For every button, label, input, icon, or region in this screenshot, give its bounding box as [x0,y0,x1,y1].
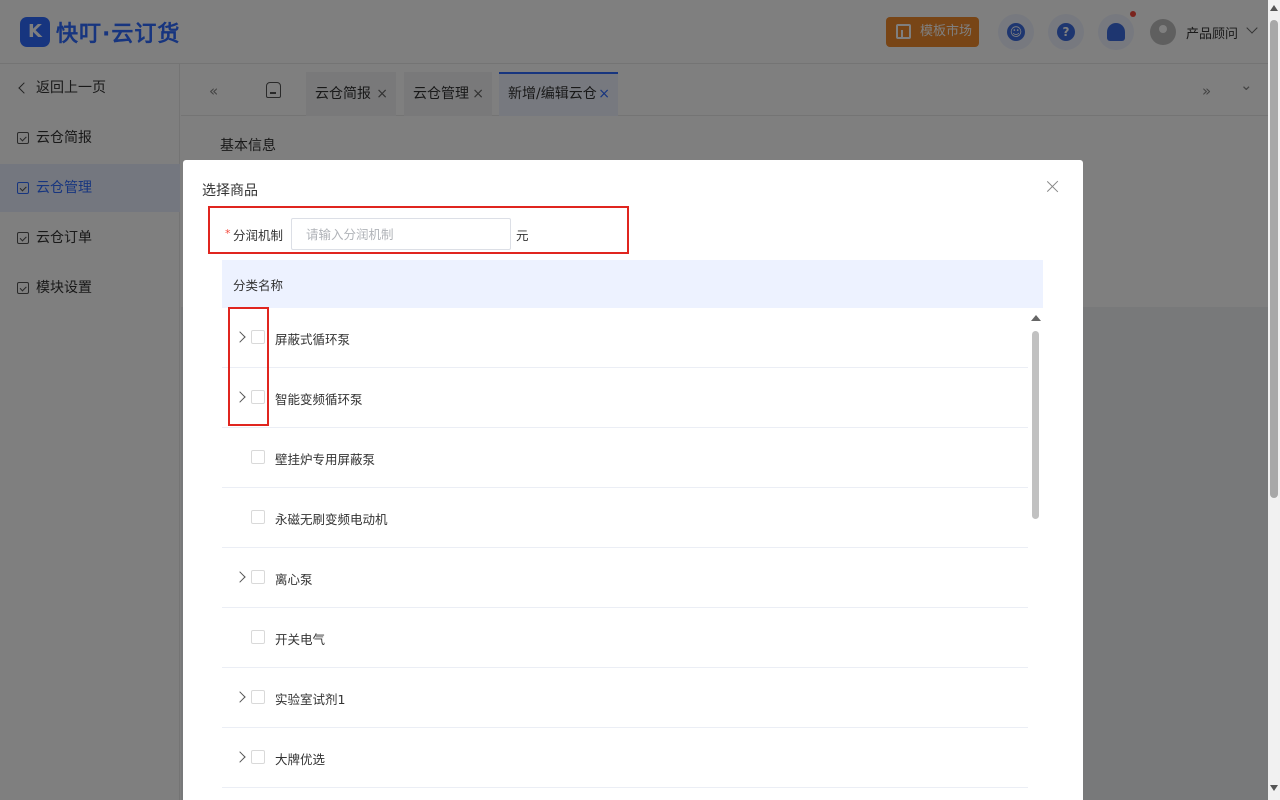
category-table: 屏蔽式循环泵 智能变频循环泵 壁挂炉专用屏蔽泵 永磁无刷变频电动机 离心泵 开关… [222,308,1028,800]
table-row[interactable]: 永磁无刷变频电动机 [222,488,1028,548]
chevron-right-icon[interactable] [234,751,246,763]
row-checkbox[interactable] [251,750,265,764]
close-icon[interactable] [1045,179,1061,195]
chevron-right-icon[interactable] [234,571,246,583]
category-name: 永磁无刷变频电动机 [275,512,388,527]
table-row[interactable]: 离心泵 [222,548,1028,608]
scrollbar-thumb[interactable] [1270,20,1278,498]
profit-sharing-input[interactable] [291,218,511,250]
category-name: 开关电气 [275,632,326,647]
category-name: 智能变频循环泵 [275,392,363,407]
scroll-down-arrow-icon[interactable] [1270,785,1278,791]
chevron-right-icon[interactable] [234,691,246,703]
table-row[interactable]: 屏蔽式循环泵 [222,308,1028,368]
dialog-title: 选择商品 [202,183,258,199]
column-header-category: 分类名称 [233,278,284,293]
scrollbar-thumb[interactable] [1032,331,1039,519]
category-name: 大牌优选 [275,752,326,767]
category-name: 屏蔽式循环泵 [275,332,351,347]
category-name: 离心泵 [275,572,313,587]
table-row[interactable]: 智能变频循环泵 [222,368,1028,428]
table-row[interactable]: 壁挂炉专用屏蔽泵 [222,428,1028,488]
row-checkbox[interactable] [251,510,265,524]
row-checkbox[interactable] [251,570,265,584]
page-scrollbar[interactable] [1268,0,1280,800]
table-row[interactable]: 实验室试剂1 [222,668,1028,728]
row-checkbox[interactable] [251,630,265,644]
scroll-up-arrow-icon[interactable] [1270,5,1278,11]
highlight-box-expand-column [228,307,269,426]
scroll-up-arrow-icon[interactable] [1031,315,1041,321]
required-mark: * [225,227,231,240]
category-name: 壁挂炉专用屏蔽泵 [275,452,376,467]
row-checkbox[interactable] [251,450,265,464]
table-row[interactable]: 大牌优选 [222,728,1028,788]
category-name: 实验室试剂1 [275,692,346,707]
unit-label: 元 [516,228,529,243]
row-checkbox[interactable] [251,690,265,704]
select-product-dialog: 选择商品 * 分润机制 元 分类名称 屏蔽式循环泵 智能变频循环泵 壁挂炉专用屏… [183,160,1083,800]
table-scrollbar[interactable] [1030,315,1042,800]
table-row[interactable]: 开关电气 [222,608,1028,668]
table-header: 分类名称 [222,260,1043,308]
profit-sharing-label: 分润机制 [233,228,284,243]
